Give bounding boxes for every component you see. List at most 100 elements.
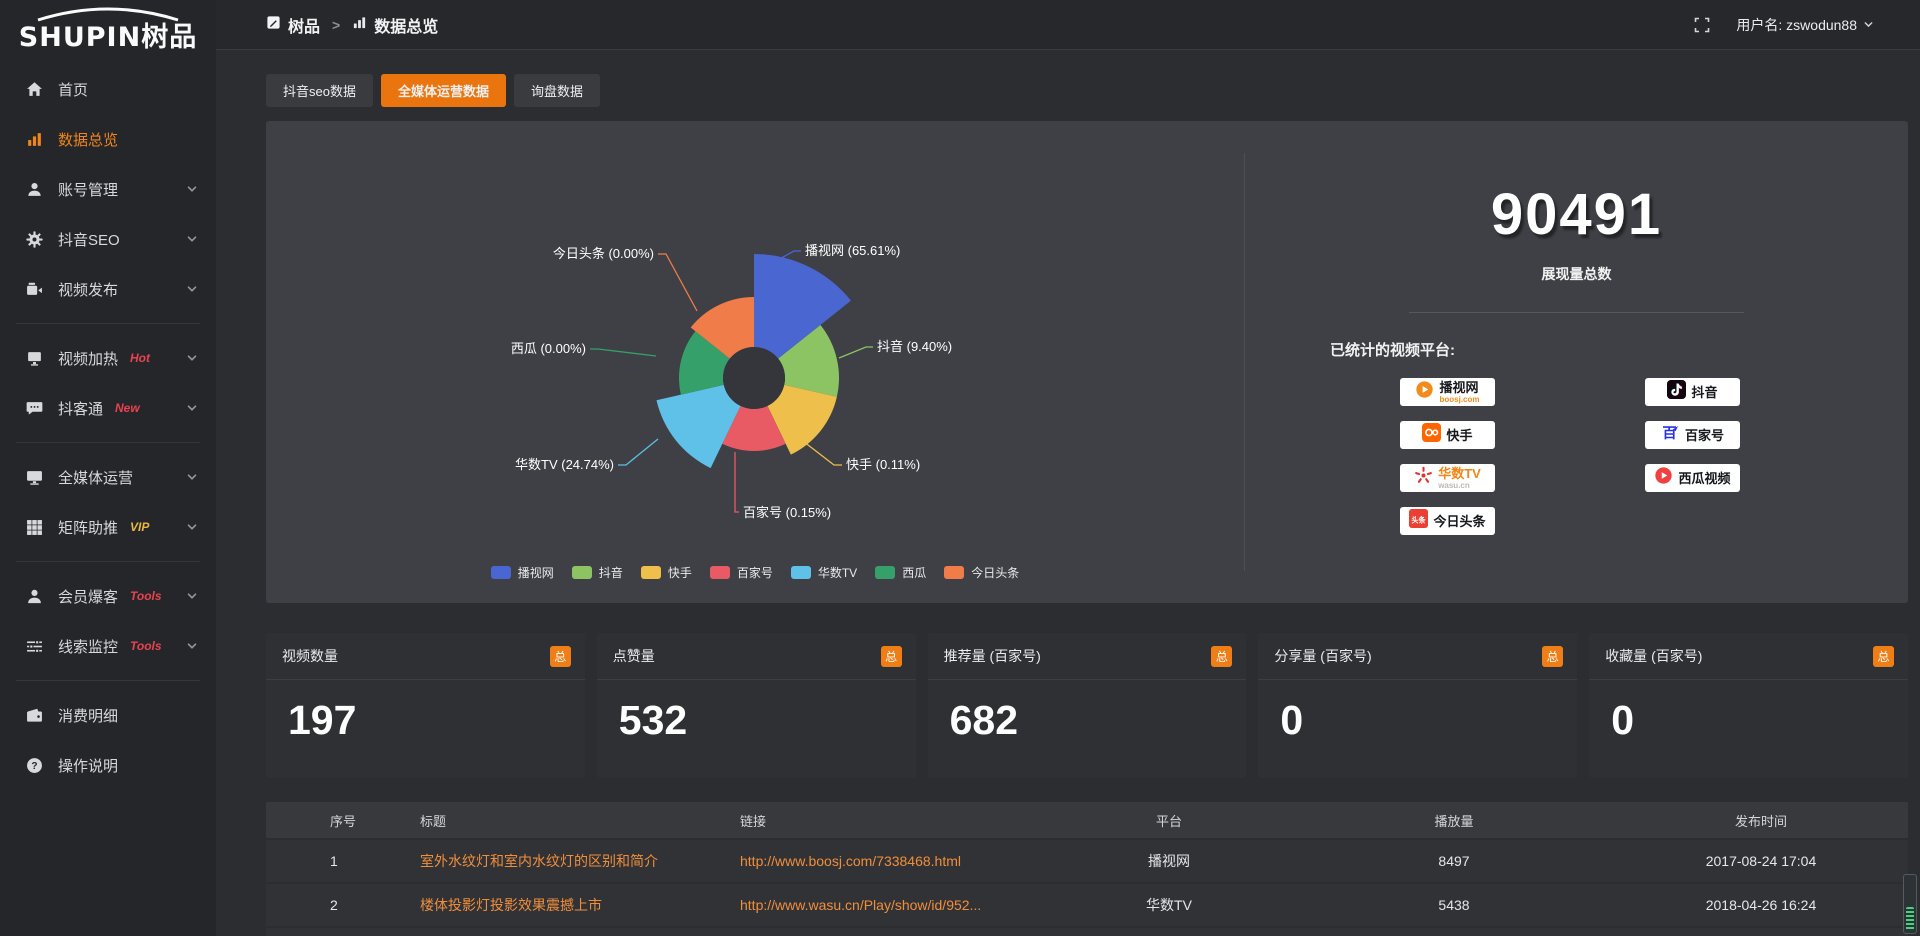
cell-views: 8497 [1294, 853, 1614, 869]
question-icon: ? [26, 757, 43, 774]
legend-label: 华数TV [818, 564, 857, 581]
platform-badge-column: 播视网 boosj.com 快手华数TVwasu.cn 头条今日头条 [1400, 378, 1495, 550]
sidebar-item-全媒体运营[interactable]: 全媒体运营 [0, 452, 216, 502]
stat-card-title: 点赞量 [613, 646, 655, 666]
sidebar-item-消费明细[interactable]: 消费明细 [0, 690, 216, 740]
sidebar-item-抖音SEO[interactable]: 抖音SEO [0, 214, 216, 264]
chevron-down-icon [186, 183, 198, 195]
legend-label: 抖音 [599, 564, 623, 581]
legend-item-今日头条[interactable]: 今日头条 [944, 564, 1019, 581]
svg-text:头条: 头条 [1412, 515, 1427, 524]
total-badge: 总 [550, 646, 571, 667]
main-area: 树品>数据总览 用户名: zswodun88 抖音seo数据全媒体运营数据询盘数… [216, 0, 1920, 936]
sidebar-item-视频加热[interactable]: 视频加热Hot [0, 333, 216, 383]
kuaishou-icon [1422, 423, 1441, 447]
sidebar-item-线索监控[interactable]: 线索监控Tools [0, 621, 216, 671]
sidebar-divider [16, 442, 200, 443]
cell-no: 2 [314, 897, 404, 913]
tab-询盘数据[interactable]: 询盘数据 [514, 74, 600, 107]
tab-全媒体运营数据[interactable]: 全媒体运营数据 [381, 74, 506, 107]
fullscreen-icon[interactable] [1694, 17, 1710, 33]
platform-name: 播视网 [1439, 381, 1478, 394]
platform-badge-华数TV: 华数TVwasu.cn [1400, 464, 1495, 492]
sidebar-item-label: 账号管理 [58, 179, 118, 200]
legend-item-华数TV[interactable]: 华数TV [791, 564, 857, 581]
cell-link[interactable]: http://www.boosj.com/7338468.html [724, 853, 1044, 869]
platform-subtext: boosj.com [1439, 396, 1479, 404]
legend-item-百家号[interactable]: 百家号 [710, 564, 773, 581]
legend-item-播视网[interactable]: 播视网 [491, 564, 554, 581]
total-badge: 总 [881, 646, 902, 667]
legend-item-西瓜[interactable]: 西瓜 [875, 564, 926, 581]
user-icon [26, 181, 43, 198]
breadcrumb-label: 树品 [288, 13, 320, 37]
sidebar-item-操作说明[interactable]: ?操作说明 [0, 740, 216, 790]
impressions-summary: 90491 展现量总数 已统计的视频平台: 播视网boosj.com快手华数TV… [1245, 121, 1908, 603]
stat-cards: 视频数量总197点赞量总532推荐量 (百家号)总682分享量 (百家号)总0收… [266, 633, 1908, 778]
xigua-icon [1654, 466, 1673, 490]
stat-card-title: 收藏量 (百家号) [1605, 646, 1702, 666]
total-impressions-value: 90491 [1245, 181, 1908, 248]
legend-item-抖音[interactable]: 抖音 [572, 564, 623, 581]
cell-link[interactable]: http://www.wasu.cn/Play/show/id/952... [724, 897, 1044, 913]
member-icon [26, 588, 43, 605]
topbar-right: 用户名: zswodun88 [1694, 15, 1874, 35]
stat-card-header: 视频数量总 [266, 633, 585, 680]
sidebar-divider [16, 323, 200, 324]
pie-label-line-抖音 [839, 347, 873, 358]
sidebar-item-label: 抖客通 [58, 398, 103, 419]
sidebar-item-账号管理[interactable]: 账号管理 [0, 164, 216, 214]
tab-抖音seo数据[interactable]: 抖音seo数据 [266, 74, 373, 107]
chevron-down-icon [186, 521, 198, 533]
sidebar-item-数据总览[interactable]: 数据总览 [0, 114, 216, 164]
chart-legend: 播视网 抖音 快手 百家号 华数TV 西瓜 今日头条 [266, 564, 1244, 581]
app-root: SHUPIN树品 首页数据总览账号管理抖音SEO视频发布视频加热Hot抖客通Ne… [0, 0, 1920, 936]
platforms-heading: 已统计的视频平台: [1330, 339, 1908, 360]
platform-badge-text: 今日头条 [1433, 515, 1485, 528]
platform-badge-抖音: 抖音 [1645, 378, 1740, 406]
username-dropdown[interactable]: 用户名: zswodun88 [1736, 15, 1874, 35]
chevron-down-icon [186, 402, 198, 414]
cell-platform: 华数TV [1044, 895, 1294, 915]
sidebar-item-抖客通[interactable]: 抖客通New [0, 383, 216, 433]
breadcrumb-item-树品[interactable]: 树品 [266, 13, 320, 37]
legend-label: 快手 [668, 564, 692, 581]
pie-label-今日头条: 今日头条 (0.00%) [553, 246, 654, 261]
total-badge: 总 [1873, 646, 1894, 667]
cell-title[interactable]: 楼体投影灯投影效果震撼上市 [404, 895, 724, 915]
legend-item-快手[interactable]: 快手 [641, 564, 692, 581]
platform-badge-西瓜视频: 西瓜视频 [1645, 464, 1740, 492]
stat-card-value: 682 [928, 680, 1247, 744]
chevron-down-icon [186, 233, 198, 245]
content: 抖音seo数据全媒体运营数据询盘数据 播视网 (65.61%)抖音 (9.40%… [216, 50, 1920, 936]
sidebar-item-视频发布[interactable]: 视频发布 [0, 264, 216, 314]
sidebar-item-首页[interactable]: 首页 [0, 64, 216, 114]
cell-title[interactable]: 室外水纹灯和室内水纹灯的区别和简介 [404, 851, 724, 871]
app-logo[interactable]: SHUPIN树品 [0, 0, 216, 62]
cell-time: 2017-08-24 17:04 [1614, 853, 1908, 869]
legend-swatch [491, 566, 511, 579]
platform-badge-text: 播视网 boosj.com [1439, 381, 1479, 404]
stat-card-header: 推荐量 (百家号)总 [928, 633, 1247, 680]
chevron-down-icon [186, 640, 198, 652]
sidebar-item-label: 线索监控 [58, 636, 118, 657]
stat-card-收藏量 (百家号): 收藏量 (百家号)总0 [1589, 633, 1908, 778]
sidebar-item-会员爆客[interactable]: 会员爆客Tools [0, 571, 216, 621]
stat-card-title: 分享量 (百家号) [1274, 646, 1371, 666]
summary-divider [1409, 312, 1744, 313]
sidebar-item-矩阵助推[interactable]: 矩阵助推VIP [0, 502, 216, 552]
sidebar-item-tag: VIP [130, 520, 149, 534]
overview-panel: 播视网 (65.61%)抖音 (9.40%)快手 (0.11%)百家号 (0.1… [266, 121, 1908, 603]
pie-label-抖音: 抖音 (9.40%) [877, 339, 952, 354]
bars-icon [352, 15, 367, 35]
platform-badge-text: 快手 [1446, 429, 1472, 442]
breadcrumb-item-数据总览[interactable]: 数据总览 [352, 13, 438, 37]
table-row: 2楼体投影灯投影效果震撼上市http://www.wasu.cn/Play/sh… [266, 884, 1908, 926]
total-badge: 总 [1211, 646, 1232, 667]
stat-card-header: 分享量 (百家号)总 [1258, 633, 1577, 680]
floating-scroll-widget[interactable] [1903, 874, 1917, 934]
douyin-icon [1667, 380, 1686, 404]
svg-text:?: ? [31, 761, 37, 772]
stat-card-header: 收藏量 (百家号) 总 [1589, 633, 1908, 680]
pie-slice-华数TV[interactable] [657, 385, 741, 468]
